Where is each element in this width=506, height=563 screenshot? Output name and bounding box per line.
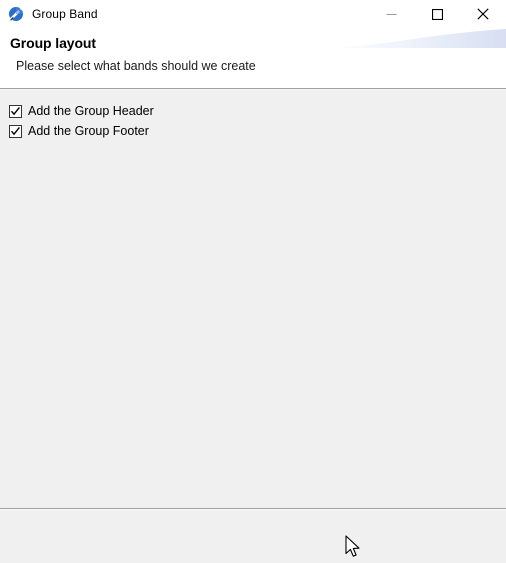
checkbox-label-add-group-footer: Add the Group Footer bbox=[28, 124, 149, 138]
button-bar: ? < Back Next > Finish Cancel bbox=[0, 510, 506, 563]
wizard-header: Group layout Please select what bands sh… bbox=[0, 28, 506, 88]
group-band-dialog: Group Band Group layout Please select wh… bbox=[0, 0, 506, 563]
page-title: Group layout bbox=[10, 35, 96, 51]
checkbox-label-add-group-header: Add the Group Header bbox=[28, 104, 154, 118]
header-banner-graphic bbox=[326, 29, 506, 48]
page-subtitle: Please select what bands should we creat… bbox=[16, 59, 256, 73]
maximize-button[interactable] bbox=[414, 0, 460, 28]
title-bar[interactable]: Group Band bbox=[0, 0, 506, 28]
content-area: Add the Group Header Add the Group Foote… bbox=[0, 90, 506, 508]
checkbox-add-group-footer[interactable] bbox=[9, 124, 22, 138]
window-title: Group Band bbox=[32, 7, 98, 21]
checkbox-row-group-footer[interactable]: Add the Group Footer bbox=[9, 122, 149, 140]
window-controls bbox=[368, 0, 506, 28]
checkbox-row-group-header[interactable]: Add the Group Header bbox=[9, 102, 154, 120]
jasper-report-icon bbox=[8, 6, 24, 22]
close-button[interactable] bbox=[460, 0, 506, 28]
checkbox-add-group-header[interactable] bbox=[9, 104, 22, 118]
minimize-button[interactable] bbox=[368, 0, 414, 28]
